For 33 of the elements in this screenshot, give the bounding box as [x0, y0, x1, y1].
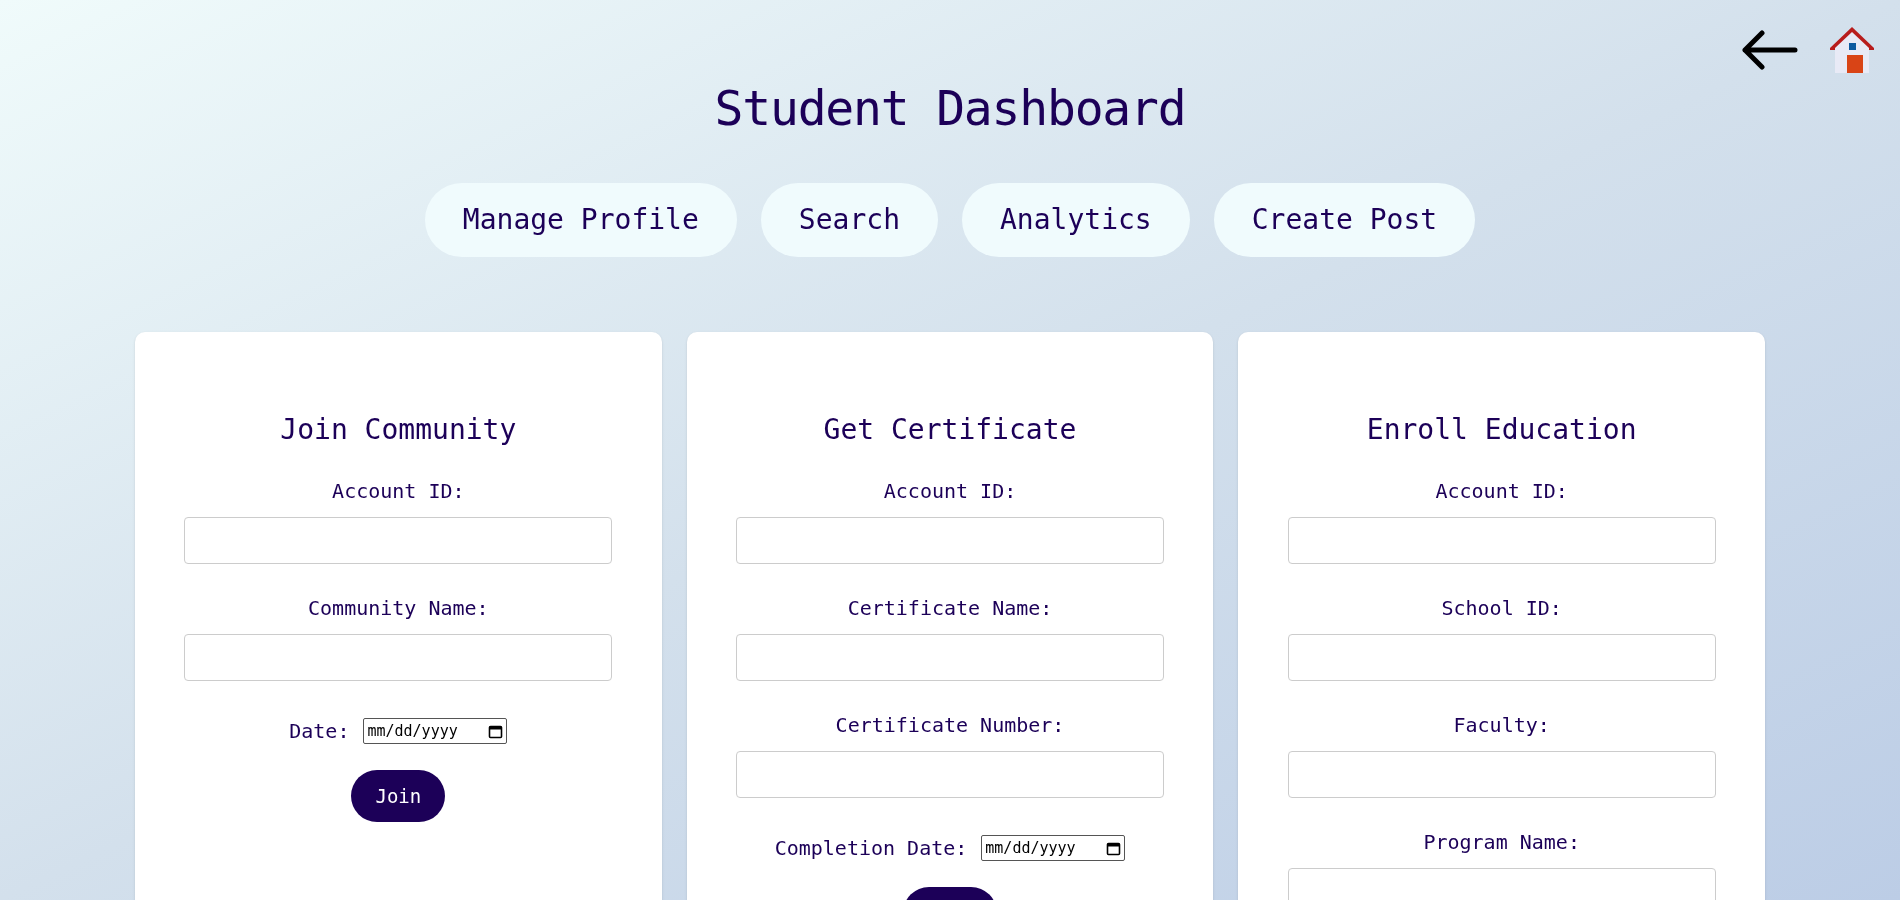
date-field[interactable]: mm/dd/yyyy [363, 718, 508, 744]
nav-button[interactable]: Manage Profile [424, 183, 737, 257]
field-label: Account ID: [332, 478, 465, 504]
field-label: Certificate Number: [835, 712, 1065, 738]
field-label: School ID: [1441, 595, 1562, 621]
back-arrow-icon[interactable] [1740, 28, 1798, 72]
field-label: Certificate Name: [847, 595, 1053, 621]
nav-button[interactable]: Create Post [1213, 183, 1476, 257]
calendar-icon [1106, 840, 1122, 856]
calendar-icon [488, 723, 504, 739]
page-title: Student Dashboard [714, 79, 1186, 138]
input-field[interactable] [184, 634, 613, 681]
field-label: Account ID: [883, 478, 1017, 504]
field-label: Date: [289, 718, 350, 744]
field-label: Faculty: [1453, 712, 1550, 738]
input-field[interactable] [736, 634, 1164, 681]
nav-button[interactable]: Search [760, 183, 938, 257]
field-label: Completion Date: [774, 835, 968, 861]
input-field[interactable] [184, 517, 613, 564]
input-field[interactable] [1287, 517, 1716, 564]
field-label: Account ID: [1435, 478, 1568, 504]
input-field[interactable] [736, 751, 1164, 798]
nav-button[interactable]: Analytics [962, 183, 1190, 257]
input-field[interactable] [736, 517, 1164, 564]
field-label: Program Name: [1423, 829, 1580, 855]
card-title: Join Community [280, 412, 517, 448]
field-label: Community Name: [308, 595, 489, 621]
date-field[interactable]: mm/dd/yyyy [981, 835, 1126, 861]
card-title: Enroll Education [1366, 412, 1637, 448]
submit-button[interactable]: Join [351, 770, 446, 822]
input-field[interactable] [1287, 634, 1716, 681]
card-title: Get Certificate [823, 412, 1077, 448]
input-field[interactable] [1287, 751, 1716, 798]
